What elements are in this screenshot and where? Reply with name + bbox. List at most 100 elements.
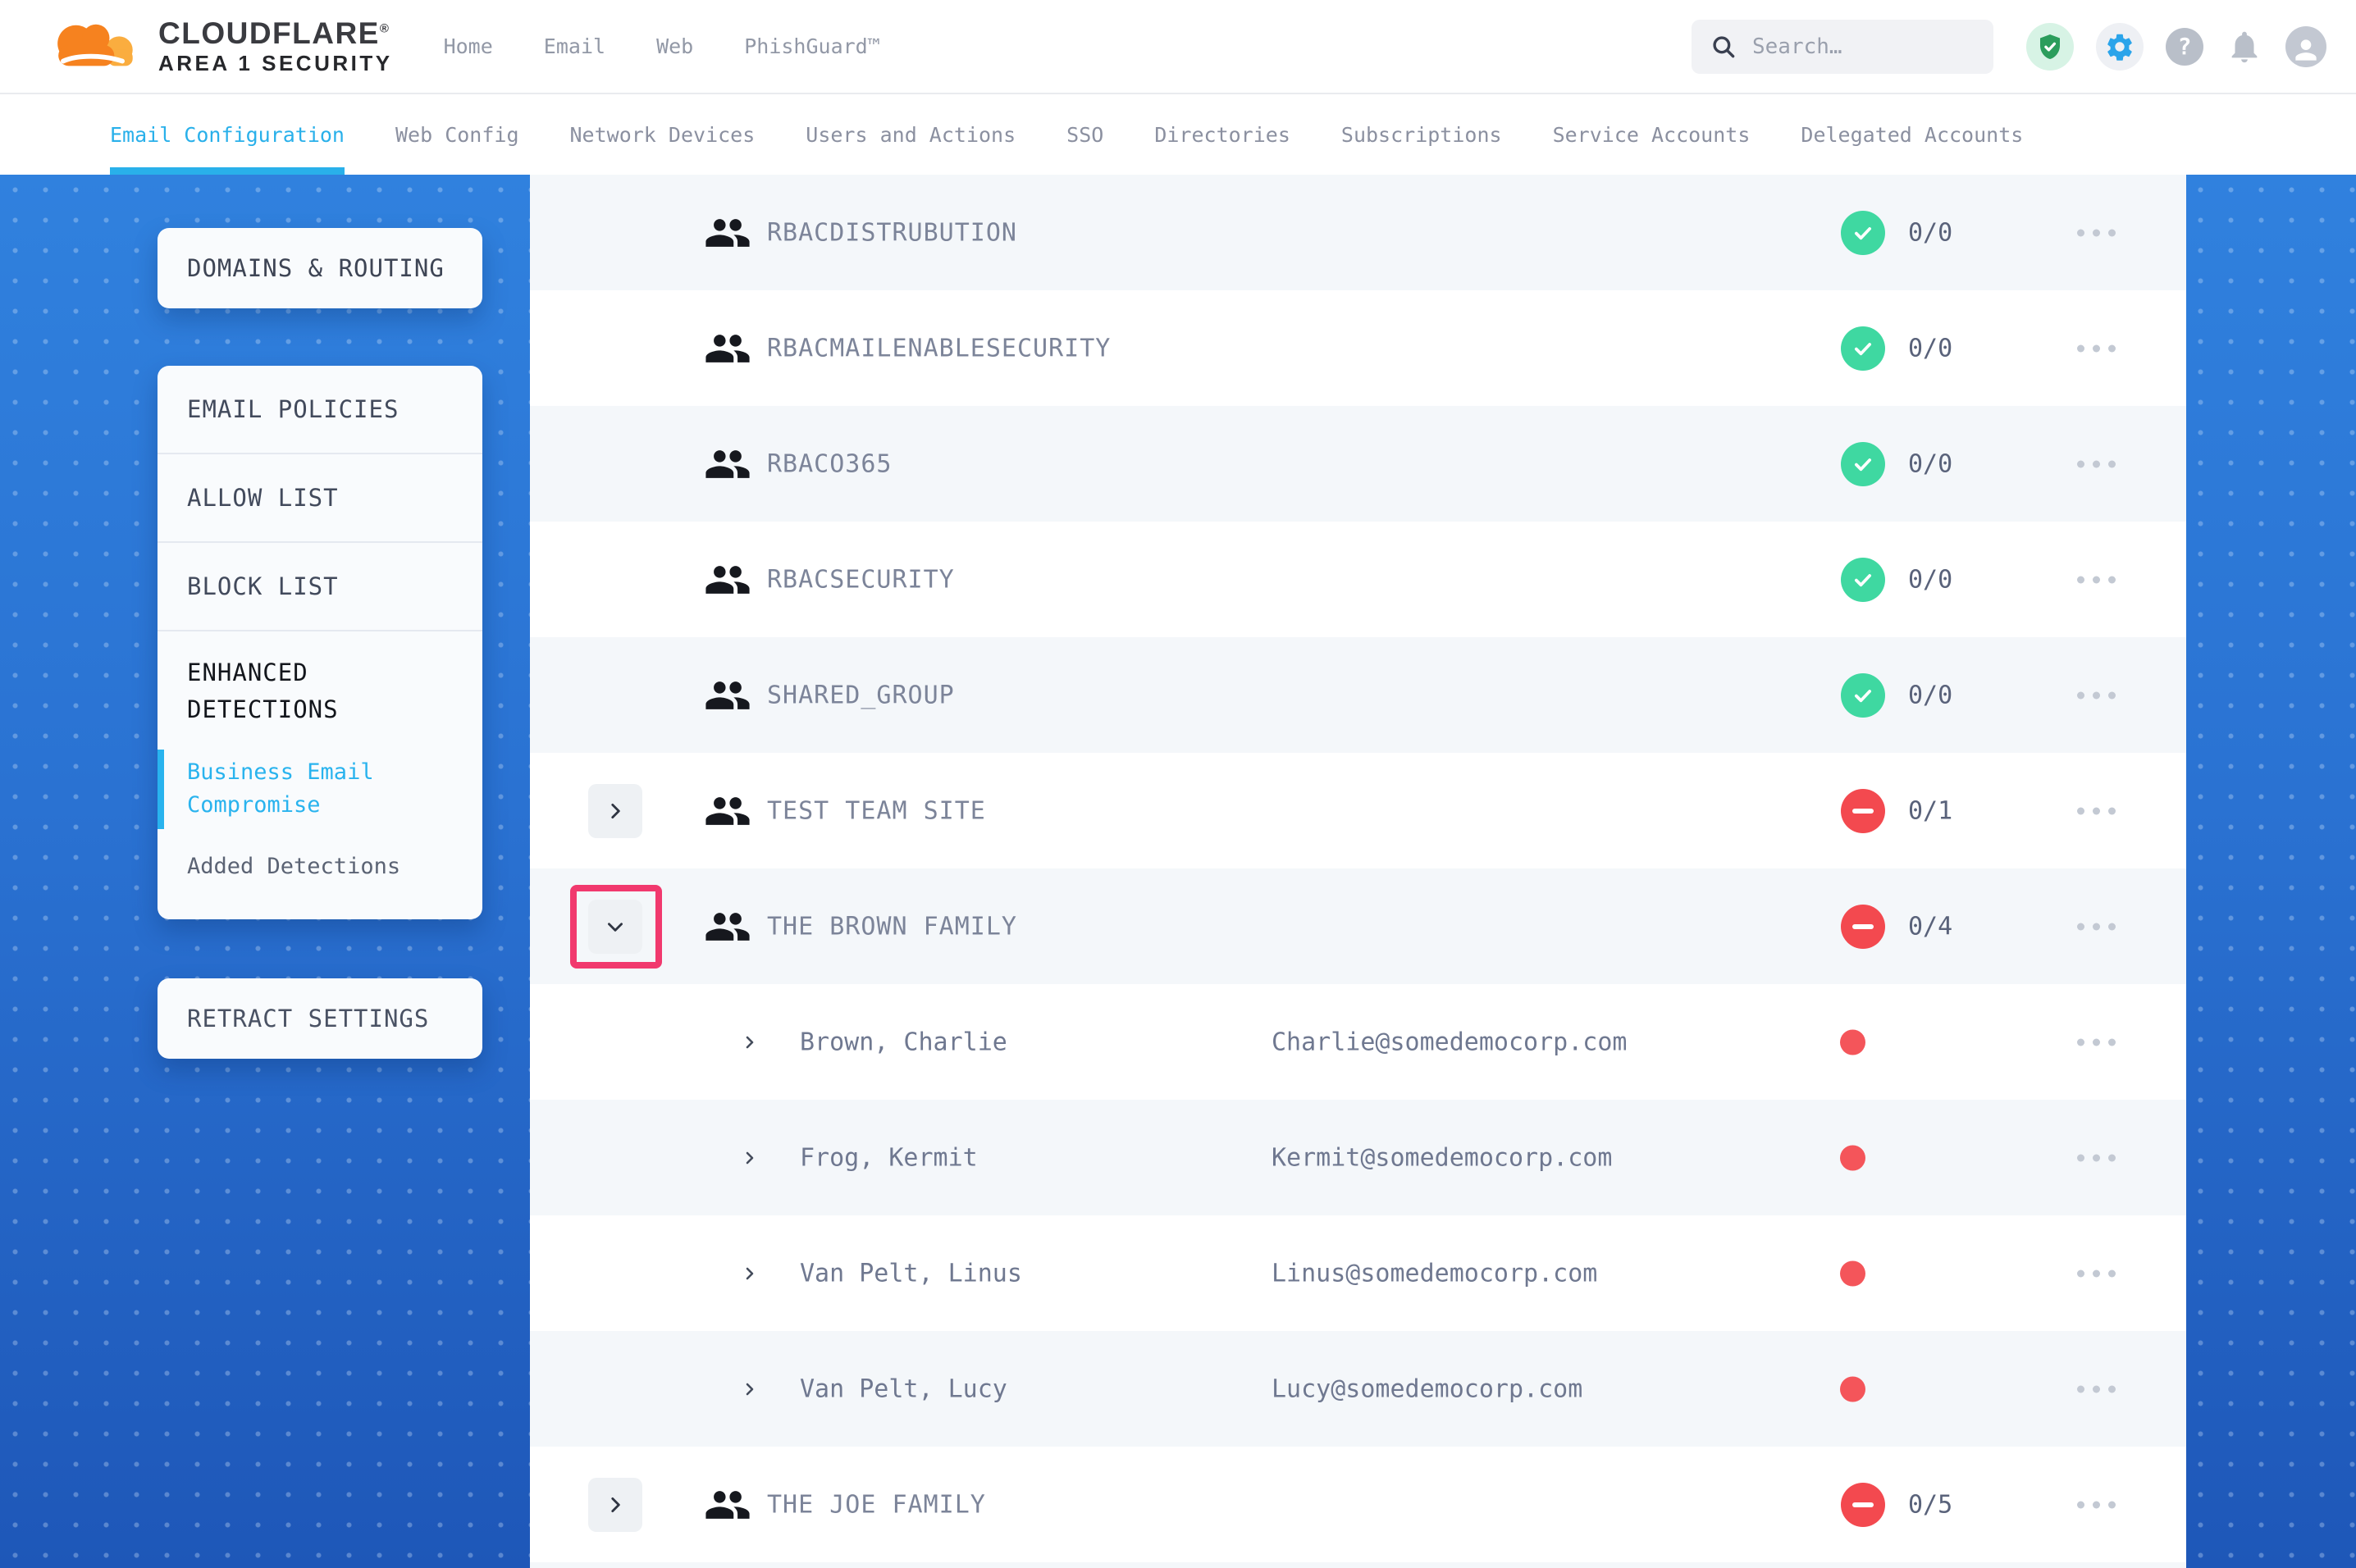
sidebar-item-domains-routing[interactable]: DOMAINS & ROUTING [158, 228, 482, 308]
search-icon [1710, 33, 1737, 61]
member-chevron-right-icon [740, 1032, 760, 1052]
tab-service-accounts[interactable]: Service Accounts [1553, 94, 1751, 175]
nav-item-web[interactable]: Web [656, 34, 693, 58]
row-name: RBACO365 [767, 449, 893, 478]
top-header: CLOUDFLARE® AREA 1 SECURITY Home Email W… [0, 0, 2356, 94]
status-blocked-badge [1841, 789, 1885, 833]
row-actions-button[interactable] [2077, 1501, 2116, 1508]
member-chevron-right-icon [740, 1264, 760, 1283]
table-row: THE JOE FAMILY 0/5 [530, 1447, 2186, 1562]
check-icon [1851, 221, 1875, 245]
row-name: RBACDISTRUBUTION [767, 218, 1017, 247]
group-people-icon [704, 325, 751, 372]
expand-toggle-button[interactable] [588, 1478, 642, 1532]
table-row: RBACMAILENABLESECURITY 0/0 [530, 290, 2186, 406]
security-shield-icon[interactable] [2026, 23, 2074, 71]
row-name: Van Pelt, Linus [800, 1259, 1022, 1288]
status-count: 0/1 [1908, 796, 1952, 825]
row-actions-button[interactable] [2077, 460, 2116, 467]
status-count: 0/0 [1908, 218, 1952, 247]
row-name: RBACMAILENABLESECURITY [767, 334, 1111, 362]
cloudflare-logo[interactable]: CLOUDFLARE® AREA 1 SECURITY [45, 16, 393, 77]
tab-users-and-actions[interactable]: Users and Actions [806, 94, 1016, 175]
expander-area [570, 885, 662, 969]
logo-title: CLOUDFLARE® [158, 16, 393, 52]
status-ok-badge [1841, 326, 1885, 371]
table-row: THE BROWN FAMILY 0/4 [530, 868, 2186, 984]
sidebar-item-business-email-compromise[interactable]: Business Email Compromise [187, 756, 453, 823]
table-row: RBACO365 0/0 [530, 406, 2186, 522]
table-row: SHARED_GROUP 0/0 [530, 637, 2186, 753]
sidebar-section-enhanced-detections: ENHANCED DETECTIONS Business Email Compr… [158, 631, 482, 919]
notifications-bell-icon[interactable] [2226, 28, 2263, 66]
check-icon [1851, 683, 1875, 708]
row-email: Linus@somedemocorp.com [1272, 1259, 1597, 1288]
row-actions-button[interactable] [2077, 344, 2116, 352]
status-dot [1840, 1260, 1865, 1286]
row-actions-button[interactable] [2077, 807, 2116, 814]
expander-area [570, 769, 662, 853]
table-row: Frog, Kermit Kermit@somedemocorp.com [530, 1100, 2186, 1215]
row-actions-button[interactable] [2077, 691, 2116, 699]
cloudflare-cloud-icon [45, 16, 142, 77]
tab-email-configuration[interactable]: Email Configuration [110, 94, 345, 175]
row-actions-button[interactable] [2077, 1154, 2116, 1161]
enhanced-detections-title[interactable]: ENHANCED DETECTIONS [187, 654, 400, 728]
status-ok-badge [1841, 211, 1885, 255]
expand-toggle-button[interactable] [588, 900, 642, 954]
settings-gear-icon[interactable] [2096, 23, 2144, 71]
tab-network-devices[interactable]: Network Devices [570, 94, 756, 175]
search-input[interactable] [1752, 34, 1975, 59]
table-row: TEST TEAM SITE 0/1 [530, 753, 2186, 868]
row-actions-button[interactable] [2077, 1038, 2116, 1046]
tab-directories[interactable]: Directories [1154, 94, 1290, 175]
row-name: SHARED_GROUP [767, 681, 955, 709]
help-icon[interactable]: ? [2166, 28, 2203, 66]
sidebar-item-email-policies[interactable]: EMAIL POLICIES [158, 366, 482, 454]
minus-icon [1852, 809, 1874, 814]
group-people-icon [704, 440, 751, 488]
tab-delegated-accounts[interactable]: Delegated Accounts [1801, 94, 2023, 175]
nav-item-email[interactable]: Email [544, 34, 605, 58]
status-count: 0/5 [1908, 1490, 1952, 1519]
status-ok-badge [1841, 442, 1885, 486]
sidebar-card-retract-settings: RETRACT SETTINGS [158, 978, 482, 1059]
expand-toggle-button[interactable] [588, 784, 642, 838]
status-dot [1840, 1145, 1865, 1170]
minus-icon [1852, 1502, 1874, 1507]
status-count: 0/0 [1908, 681, 1952, 709]
table-row: Brown, Charlie Charlie@somedemocorp.com [530, 984, 2186, 1100]
row-actions-button[interactable] [2077, 229, 2116, 236]
tab-subscriptions[interactable]: Subscriptions [1341, 94, 1502, 175]
group-table: RBACDISTRUBUTION 0/0 RBACMAILENABLESECUR… [530, 175, 2186, 1568]
tab-web-config[interactable]: Web Config [395, 94, 519, 175]
check-icon [1851, 567, 1875, 592]
check-icon [1851, 336, 1875, 361]
user-avatar-icon[interactable] [2285, 26, 2326, 67]
nav-item-home[interactable]: Home [444, 34, 493, 58]
row-actions-button[interactable] [2077, 1385, 2116, 1393]
row-actions-button[interactable] [2077, 923, 2116, 930]
group-people-icon [704, 672, 751, 719]
sidebar-card-email-policies: EMAIL POLICIES ALLOW LIST BLOCK LIST ENH… [158, 366, 482, 919]
nav-item-phishguard[interactable]: PhishGuard™ [744, 34, 880, 58]
group-people-icon [704, 787, 751, 835]
row-name: Van Pelt, Lucy [800, 1374, 1007, 1403]
row-email: Kermit@somedemocorp.com [1272, 1143, 1612, 1172]
status-blocked-badge [1841, 1483, 1885, 1527]
group-people-icon [704, 556, 751, 604]
row-actions-button[interactable] [2077, 1269, 2116, 1277]
tab-sso[interactable]: SSO [1066, 94, 1103, 175]
row-name: RBACSECURITY [767, 565, 955, 594]
group-people-icon [704, 903, 751, 950]
sidebar-item-added-detections[interactable]: Added Detections [187, 850, 453, 884]
member-chevron-right-icon [740, 1379, 760, 1399]
search-box[interactable] [1692, 20, 1993, 74]
row-actions-button[interactable] [2077, 576, 2116, 583]
sidebar-item-allow-list[interactable]: ALLOW LIST [158, 454, 482, 543]
row-name: Frog, Kermit [800, 1143, 978, 1172]
sidebar-item-retract-settings[interactable]: RETRACT SETTINGS [158, 978, 482, 1059]
member-chevron-right-icon [740, 1148, 760, 1168]
sidebar-item-block-list[interactable]: BLOCK LIST [158, 543, 482, 631]
group-people-icon [704, 209, 751, 257]
